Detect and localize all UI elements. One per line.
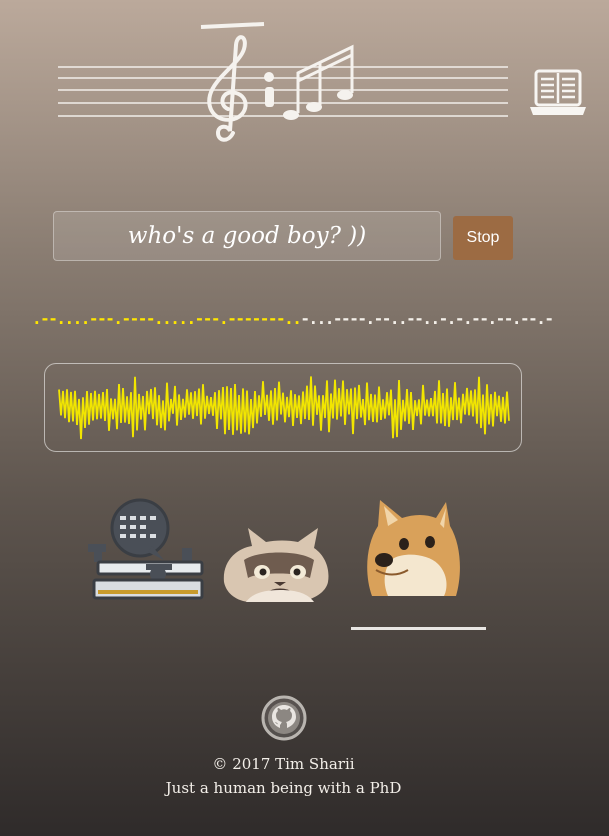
github-icon[interactable] (260, 694, 308, 742)
selected-voice-indicator (351, 627, 486, 630)
music-staff-logo (58, 22, 508, 142)
voice-option-grumpy-cat[interactable] (218, 520, 336, 604)
telegraph-key-icon (88, 498, 204, 600)
footer-tagline: Just a human being with a PhD (165, 779, 402, 797)
stop-button[interactable]: Stop (453, 216, 513, 260)
waveform-graph (58, 376, 510, 440)
morse-played: .--....---.----.....---.-------.. (32, 309, 302, 328)
doge-icon (367, 500, 460, 596)
grumpy-cat-icon (223, 528, 329, 602)
book-laptop-icon[interactable] (528, 65, 588, 120)
morse-pending: -...----.--..--..-.-.--.--.--.- (300, 309, 554, 328)
voice-option-telegraph[interactable] (86, 494, 206, 606)
voice-option-doge[interactable] (358, 496, 468, 602)
footer-copyright: © 2017 Tim Sharii (212, 755, 355, 773)
message-input[interactable] (53, 211, 441, 261)
morse-code-output: .--....---.----.....---.-------..-...---… (32, 304, 592, 334)
waveform-display (44, 363, 522, 452)
